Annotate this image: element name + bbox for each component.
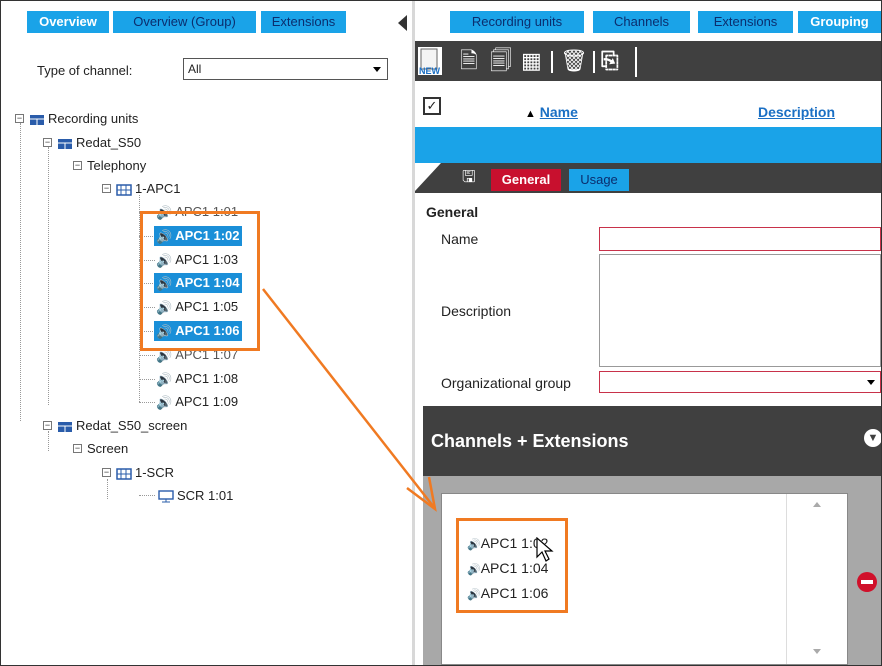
channels-extensions-title: Channels + Extensions — [431, 431, 629, 451]
tab-notch — [415, 163, 441, 191]
tree-node-label: Telephony — [87, 158, 147, 173]
collapse-node-icon[interactable]: − — [15, 114, 24, 123]
tree-node-label: Screen — [87, 441, 129, 456]
chevron-down-icon — [867, 380, 875, 385]
collapse-node-icon[interactable]: − — [102, 468, 111, 477]
board-icon — [116, 467, 132, 480]
grid-row-selected[interactable] — [415, 127, 881, 167]
type-of-channel-label: Type of channel: — [37, 63, 133, 78]
detail-tab-bar — [415, 163, 881, 193]
channel-label: APC1 1:09 — [175, 394, 239, 409]
tree-line — [139, 402, 155, 403]
recording-unit-icon — [30, 114, 44, 125]
new-document-icon: NEW — [419, 48, 441, 76]
scroll-up-icon[interactable] — [813, 502, 821, 507]
speaker-icon: 🔊 — [156, 394, 173, 410]
column-name-label: Name — [539, 104, 578, 120]
delete-icon[interactable]: 🗑 — [560, 49, 588, 73]
tree-channel-apc1-1-08[interactable]: 🔊 APC1 1:08 — [156, 369, 238, 389]
tree-line — [20, 123, 21, 421]
board-icon — [116, 183, 132, 196]
name-input[interactable] — [599, 227, 881, 251]
tab-general[interactable]: General — [491, 169, 561, 191]
tree-channel-apc1-1-09[interactable]: 🔊 APC1 1:09 — [156, 392, 238, 412]
tree-line — [107, 479, 108, 499]
tree-node-label: 1-APC1 — [135, 181, 181, 196]
tree-line — [139, 495, 155, 496]
package-icon[interactable]: ▦ — [521, 49, 542, 73]
list-scrollbar[interactable] — [786, 494, 847, 664]
tab-usage[interactable]: Usage — [569, 169, 629, 191]
toolbar-separator — [593, 51, 595, 73]
collapse-panel-icon[interactable] — [398, 15, 407, 31]
collapse-node-icon[interactable]: − — [43, 421, 52, 430]
organizational-group-select[interactable] — [599, 371, 881, 393]
tree-node-label: Redat_S50_screen — [76, 418, 188, 433]
collapse-node-icon[interactable]: − — [43, 138, 52, 147]
collapse-node-icon[interactable]: − — [73, 444, 82, 453]
tree-line — [139, 355, 155, 356]
panel-divider[interactable] — [412, 1, 415, 665]
speaker-icon: 🔊 — [156, 371, 173, 387]
minus-icon — [861, 580, 873, 584]
new-button[interactable]: NEW — [418, 47, 442, 76]
exit-icon[interactable]: ⎘ — [601, 49, 619, 73]
tab-channels[interactable]: Channels — [593, 11, 690, 33]
chevron-down-icon — [373, 67, 381, 72]
channels-extensions-header[interactable]: Channels + Extensions ▼ — [423, 406, 881, 476]
collapse-section-icon[interactable]: ▼ — [864, 429, 881, 447]
edit-document-icon[interactable]: 🗎 — [460, 49, 478, 73]
tree-node-label: 1-SCR — [135, 465, 175, 480]
tab-extensions-left[interactable]: Extensions — [261, 11, 346, 33]
sort-ascending-icon: ▲ — [525, 108, 536, 120]
type-of-channel-select[interactable]: All — [183, 58, 388, 80]
collapse-node-icon[interactable]: − — [102, 184, 111, 193]
channel-label: APC1 1:08 — [175, 371, 239, 386]
select-all-checkbox[interactable]: ✓ — [423, 97, 441, 115]
selection-highlight-box — [140, 211, 260, 351]
tab-overview[interactable]: Overview — [27, 11, 109, 33]
new-label: NEW — [419, 66, 441, 75]
tree-line — [48, 147, 49, 405]
recording-unit-icon — [58, 421, 72, 432]
copy-document-icon[interactable]: 🗐 — [490, 49, 512, 73]
tab-grouping[interactable]: Grouping — [798, 11, 881, 33]
column-name-header[interactable]: ▲ Name — [525, 104, 578, 120]
name-label: Name — [441, 231, 479, 247]
app-window: Overview Overview (Group) Extensions Typ… — [0, 0, 882, 666]
description-label: Description — [441, 303, 512, 319]
toolbar: NEW 🗎 🗐 ▦ 🗑 ⎘ — [415, 41, 881, 81]
type-of-channel-value: All — [188, 62, 202, 76]
tree-line — [48, 431, 49, 451]
tree-line — [139, 379, 155, 380]
added-items-highlight-box — [456, 518, 568, 613]
channel-label: SCR 1:01 — [177, 488, 234, 503]
tree-channel-scr-1-01[interactable]: SCR 1:01 — [158, 486, 233, 506]
tab-recording-units[interactable]: Recording units — [450, 11, 584, 33]
section-title-general: General — [426, 204, 479, 220]
tab-overview-group[interactable]: Overview (Group) — [113, 11, 256, 33]
description-textarea[interactable] — [599, 254, 881, 367]
tree-node-label: Recording units — [48, 111, 139, 126]
organizational-group-label: Organizational group — [441, 375, 571, 391]
collapse-node-icon[interactable]: − — [73, 161, 82, 170]
remove-icon[interactable] — [857, 572, 877, 592]
toolbar-separator — [551, 51, 553, 73]
tab-extensions-right[interactable]: Extensions — [698, 11, 793, 33]
column-description-header[interactable]: Description — [758, 104, 835, 120]
toolbar-separator — [635, 47, 637, 77]
scroll-down-icon[interactable] — [813, 649, 821, 654]
save-icon[interactable]: 🖫 — [462, 169, 482, 187]
monitor-icon — [158, 490, 174, 503]
recording-unit-icon — [58, 138, 72, 149]
tree-node-label: Redat_S50 — [76, 135, 142, 150]
